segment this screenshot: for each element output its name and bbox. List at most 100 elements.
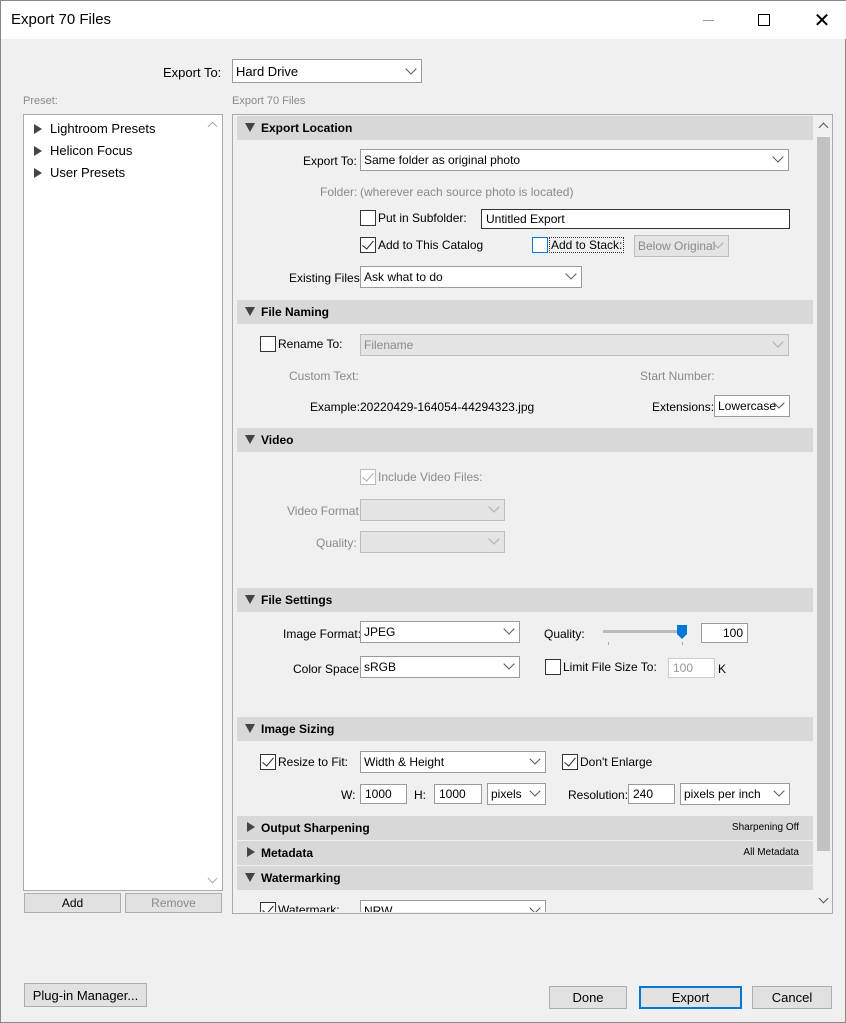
preset-scrollbar[interactable] bbox=[205, 115, 222, 890]
remove-preset-button[interactable]: Remove bbox=[125, 893, 222, 913]
section-image-sizing[interactable]: Image Sizing bbox=[237, 717, 813, 741]
expand-triangle-icon bbox=[34, 124, 42, 134]
close-icon: ✕ bbox=[813, 9, 831, 32]
scroll-down-icon bbox=[818, 893, 829, 904]
section-export-location[interactable]: Export Location bbox=[237, 116, 813, 140]
chevron-down-icon bbox=[565, 268, 577, 280]
preset-item-label: Helicon Focus bbox=[50, 143, 133, 158]
preset-list: Lightroom Presets Helicon Focus User Pre… bbox=[23, 114, 223, 891]
minimize-icon bbox=[702, 19, 714, 21]
section-title: Watermarking bbox=[261, 871, 341, 885]
limit-size-unit: K bbox=[718, 662, 727, 676]
extensions-label: Extensions: bbox=[652, 400, 715, 414]
section-metadata[interactable]: Metadata All Metadata bbox=[237, 841, 813, 865]
start-number-label: Start Number: bbox=[640, 369, 715, 383]
rename-checkbox[interactable] bbox=[260, 336, 276, 352]
resize-mode-dropdown[interactable]: Width & Height bbox=[360, 751, 546, 773]
subfolder-checkbox[interactable] bbox=[360, 210, 376, 226]
watermark-checkbox[interactable] bbox=[260, 902, 276, 912]
chevron-down-icon bbox=[503, 623, 515, 635]
limit-size-label: Limit File Size To: bbox=[563, 660, 657, 674]
watermark-dropdown[interactable]: NRW bbox=[360, 900, 546, 912]
preset-item-label: Lightroom Presets bbox=[50, 121, 156, 136]
expand-triangle-icon bbox=[247, 847, 255, 857]
export-button[interactable]: Export bbox=[639, 986, 742, 1009]
chevron-down-icon bbox=[488, 501, 500, 513]
section-file-settings[interactable]: File Settings bbox=[237, 588, 813, 612]
video-quality-label: Quality: bbox=[316, 536, 357, 550]
close-button[interactable]: ✕ bbox=[799, 1, 845, 39]
add-to-stack-checkbox[interactable] bbox=[532, 237, 548, 253]
example-value: 20220429-164054-44294323.jpg bbox=[360, 400, 535, 414]
section-title: Export Location bbox=[261, 121, 353, 135]
existing-files-dropdown[interactable]: Ask what to do bbox=[360, 266, 582, 288]
scrollbar-thumb[interactable] bbox=[817, 137, 830, 851]
plugin-manager-button[interactable]: Plug-in Manager... bbox=[24, 983, 147, 1007]
resize-label: Resize to Fit: bbox=[278, 755, 349, 769]
maximize-button[interactable] bbox=[741, 1, 787, 39]
section-output-sharpening[interactable]: Output Sharpening Sharpening Off bbox=[237, 816, 813, 840]
section-video[interactable]: Video bbox=[237, 428, 813, 452]
extensions-dropdown[interactable]: Lowercase bbox=[714, 395, 790, 417]
section-file-naming[interactable]: File Naming bbox=[237, 300, 813, 324]
folder-label: Folder: bbox=[320, 185, 358, 199]
example-label: Example: bbox=[310, 400, 361, 414]
dont-enlarge-checkbox[interactable] bbox=[562, 754, 578, 770]
location-export-to-value: Same folder as original photo bbox=[364, 153, 521, 167]
quality-input[interactable]: 100 bbox=[701, 623, 748, 643]
include-video-checkbox[interactable] bbox=[360, 469, 376, 485]
preset-label: Preset: bbox=[23, 95, 58, 107]
section-title: File Settings bbox=[261, 593, 333, 607]
slider-thumb[interactable] bbox=[677, 625, 687, 639]
extensions-value: Lowercase bbox=[718, 399, 777, 413]
location-export-to-dropdown[interactable]: Same folder as original photo bbox=[360, 149, 789, 171]
resolution-label: Resolution: bbox=[568, 788, 629, 802]
subfolder-input[interactable]: Untitled Export bbox=[481, 209, 790, 229]
preset-item-lightroom[interactable]: Lightroom Presets bbox=[24, 120, 209, 140]
dont-enlarge-label: Don't Enlarge bbox=[580, 755, 653, 769]
limit-size-input[interactable]: 100 bbox=[668, 658, 715, 678]
width-input[interactable]: 1000 bbox=[360, 784, 407, 804]
section-watermarking[interactable]: Watermarking bbox=[237, 866, 813, 890]
rename-dropdown[interactable]: Filename bbox=[360, 334, 789, 356]
image-format-value: JPEG bbox=[364, 625, 396, 639]
section-title: File Naming bbox=[261, 305, 330, 319]
limit-size-checkbox[interactable] bbox=[545, 659, 561, 675]
subfolder-label: Put in Subfolder: bbox=[378, 211, 467, 225]
preset-item-label: User Presets bbox=[50, 165, 126, 180]
image-format-dropdown[interactable]: JPEG bbox=[360, 621, 520, 643]
expand-triangle-icon bbox=[34, 168, 42, 178]
add-to-catalog-label: Add to This Catalog bbox=[378, 238, 484, 252]
add-preset-button[interactable]: Add bbox=[24, 893, 121, 913]
add-to-stack-label: Add to Stack: bbox=[549, 237, 625, 253]
preset-item-user[interactable]: User Presets bbox=[24, 164, 209, 184]
resolution-input[interactable]: 240 bbox=[628, 784, 675, 804]
stack-position-dropdown[interactable]: Below Original bbox=[634, 235, 729, 257]
scroll-down-icon bbox=[207, 873, 218, 884]
preset-item-helicon[interactable]: Helicon Focus bbox=[24, 142, 209, 162]
settings-scrollbar[interactable] bbox=[815, 115, 832, 913]
video-quality-dropdown[interactable] bbox=[360, 531, 505, 553]
resize-checkbox[interactable] bbox=[260, 754, 276, 770]
resize-mode-value: Width & Height bbox=[364, 755, 445, 769]
color-space-dropdown[interactable]: sRGB bbox=[360, 656, 520, 678]
done-button[interactable]: Done bbox=[549, 986, 627, 1009]
resolution-unit-value: pixels per inch bbox=[684, 787, 761, 801]
rename-value: Filename bbox=[364, 338, 414, 352]
export-to-dropdown[interactable]: Hard Drive bbox=[232, 59, 422, 83]
add-to-catalog-checkbox[interactable] bbox=[360, 237, 376, 253]
quality-slider[interactable] bbox=[603, 625, 687, 645]
minimize-button[interactable] bbox=[685, 1, 731, 39]
expand-triangle-icon bbox=[34, 146, 42, 156]
video-format-dropdown[interactable] bbox=[360, 499, 505, 521]
video-format-label: Video Format: bbox=[287, 504, 363, 518]
cancel-button[interactable]: Cancel bbox=[752, 986, 832, 1009]
location-export-to-label: Export To: bbox=[303, 154, 357, 168]
height-input[interactable]: 1000 bbox=[434, 784, 482, 804]
size-unit-dropdown[interactable]: pixels bbox=[487, 783, 546, 805]
slider-tick bbox=[608, 642, 609, 645]
section-title: Image Sizing bbox=[261, 722, 335, 736]
resolution-unit-dropdown[interactable]: pixels per inch bbox=[680, 783, 790, 805]
collapse-triangle-icon bbox=[245, 873, 255, 882]
watermark-label: Watermark: bbox=[278, 903, 340, 912]
